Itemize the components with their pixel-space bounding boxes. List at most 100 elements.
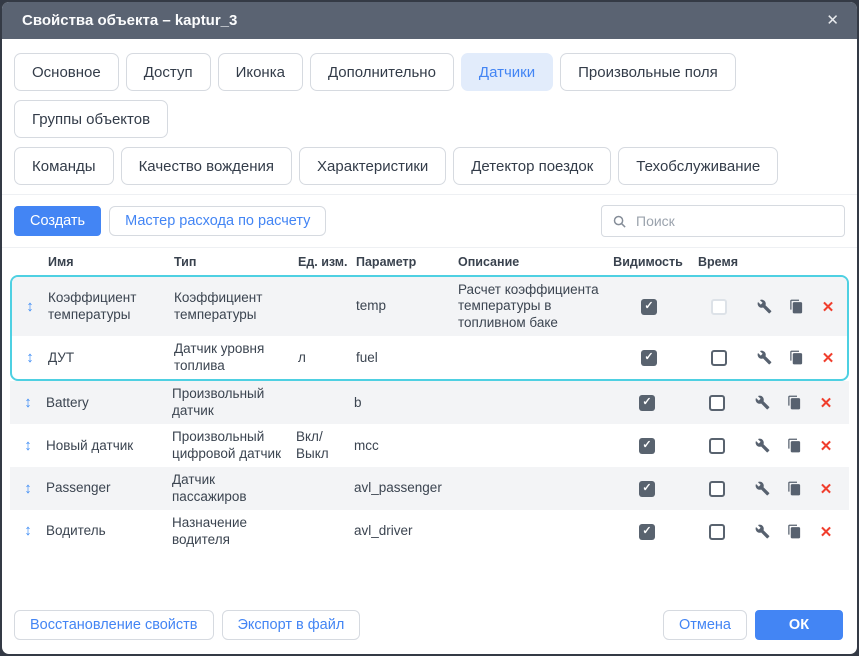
title-bar: Свойства объекта – kaptur_3 ✕ [2, 2, 857, 39]
cell-parameter: fuel [356, 350, 458, 366]
visibility-checkbox[interactable]: ✓ [641, 350, 657, 366]
cancel-button[interactable]: Отмена [663, 610, 747, 640]
restore-properties-button[interactable]: Восстановление свойств [14, 610, 214, 640]
tab-доступ[interactable]: Доступ [126, 53, 211, 91]
visibility-checkbox[interactable]: ✓ [639, 481, 655, 497]
edit-sensor-button[interactable] [746, 479, 778, 499]
edit-sensor-button[interactable] [748, 348, 780, 368]
header-visibility: Видимость [606, 255, 688, 269]
ok-button[interactable]: ОК [755, 610, 843, 640]
delete-sensor-icon[interactable]: ✕ [810, 436, 842, 456]
table-row: ↕ ДУТ Датчик уровня топлива л fuel ✓ ✕ [12, 336, 847, 379]
cell-type: Датчик уровня топлива [174, 341, 298, 374]
delete-sensor-icon[interactable]: ✕ [812, 297, 844, 317]
close-icon[interactable]: ✕ [824, 9, 841, 32]
copy-sensor-button[interactable] [778, 522, 810, 542]
delete-sensor-icon[interactable]: ✕ [810, 393, 842, 413]
cell-name: Battery [46, 395, 172, 411]
copy-sensor-button[interactable] [780, 348, 812, 368]
edit-sensor-button[interactable] [748, 297, 780, 317]
tab-label: Иконка [236, 64, 285, 81]
copy-sensor-button[interactable] [778, 436, 810, 456]
tab-label: Качество вождения [139, 158, 274, 175]
copy-icon [789, 350, 804, 365]
delete-sensor-icon[interactable]: ✕ [812, 348, 844, 368]
visibility-checkbox[interactable]: ✓ [639, 524, 655, 540]
tab-label: Детектор поездок [471, 158, 593, 175]
tab-дополнительно[interactable]: Дополнительно [310, 53, 454, 91]
tab-датчики[interactable]: Датчики [461, 53, 553, 91]
edit-sensor-button[interactable] [746, 522, 778, 542]
drag-handle-icon[interactable]: ↕ [10, 394, 46, 412]
dialog-title: Свойства объекта – kaptur_3 [22, 12, 237, 29]
copy-sensor-button[interactable] [778, 479, 810, 499]
time-checkbox[interactable] [711, 350, 727, 366]
tab-основное[interactable]: Основное [14, 53, 119, 91]
export-to-file-button[interactable]: Экспорт в файл [222, 610, 361, 640]
tab-произвольные-поля[interactable]: Произвольные поля [560, 53, 736, 91]
cell-name: Коэффициент температуры [48, 290, 174, 323]
tab-качество-вождения[interactable]: Качество вождения [121, 147, 292, 185]
selected-group: ↕ Коэффициент температуры Коэффициент те… [10, 275, 849, 381]
create-sensor-button[interactable]: Создать [14, 206, 101, 236]
header-type: Тип [172, 255, 296, 269]
time-checkbox[interactable] [711, 299, 727, 315]
header-parameter: Параметр [354, 255, 456, 269]
time-checkbox[interactable] [709, 438, 725, 454]
visibility-checkbox[interactable]: ✓ [639, 395, 655, 411]
drag-handle-icon[interactable]: ↕ [10, 480, 46, 498]
tab-label: Дополнительно [328, 64, 436, 81]
cell-parameter: temp [356, 298, 458, 314]
tab-label: Характеристики [317, 158, 428, 175]
visibility-checkbox[interactable]: ✓ [639, 438, 655, 454]
search-box[interactable] [601, 205, 845, 237]
header-unit: Ед. изм. [296, 255, 354, 269]
time-checkbox[interactable] [709, 481, 725, 497]
wrench-icon [757, 299, 772, 314]
header-description: Описание [456, 255, 606, 269]
copy-icon [787, 524, 802, 539]
cell-type: Произвольный датчик [172, 386, 296, 419]
drag-handle-icon[interactable]: ↕ [10, 522, 46, 540]
time-checkbox[interactable] [709, 395, 725, 411]
tab-техобслуживание[interactable]: Техобслуживание [618, 147, 778, 185]
search-input[interactable] [634, 212, 834, 230]
cell-unit: л [298, 350, 356, 366]
tab-характеристики[interactable]: Характеристики [299, 147, 446, 185]
time-checkbox[interactable] [709, 524, 725, 540]
tab-команды[interactable]: Команды [14, 147, 114, 185]
search-icon [612, 214, 627, 229]
tabs-row-2: Команды Качество вождения Характеристики Де… [14, 147, 845, 194]
copy-sensor-button[interactable] [780, 297, 812, 317]
copy-sensor-button[interactable] [778, 393, 810, 413]
copy-icon [787, 395, 802, 410]
edit-sensor-button[interactable] [746, 436, 778, 456]
consumption-wizard-button[interactable]: Мастер расхода по расчету [109, 206, 326, 236]
tab-детектор-поездок[interactable]: Детектор поездок [453, 147, 611, 185]
delete-sensor-icon[interactable]: ✕ [810, 479, 842, 499]
tab-группы-объектов[interactable]: Группы объектов [14, 100, 168, 138]
cell-name: Passenger [46, 480, 172, 496]
cell-unit: Вкл/Выкл [296, 429, 354, 462]
tabs-row-1: ОсновноеДоступ Иконка Дополнительно Датчики… [14, 53, 845, 147]
table-header: Имя Тип Ед. изм. Параметр Описание Видим… [10, 248, 849, 275]
edit-sensor-button[interactable] [746, 393, 778, 413]
wrench-icon [755, 481, 770, 496]
object-properties-dialog: Свойства объекта – kaptur_3 ✕ ОсновноеДо… [0, 0, 859, 656]
table-row: ↕ Passenger Датчик пассажиров avl_passen… [10, 467, 849, 510]
header-time: Время [688, 255, 746, 269]
copy-icon [787, 481, 802, 496]
visibility-checkbox[interactable]: ✓ [641, 299, 657, 315]
tab-label: Техобслуживание [636, 158, 760, 175]
cell-parameter: avl_passenger [354, 480, 456, 496]
drag-handle-icon[interactable]: ↕ [12, 298, 48, 316]
drag-handle-icon[interactable]: ↕ [12, 349, 48, 367]
tab-иконка[interactable]: Иконка [218, 53, 303, 91]
cell-type: Назначение водителя [172, 515, 296, 548]
cell-name: Новый датчик [46, 438, 172, 454]
copy-icon [789, 299, 804, 314]
sensors-toolbar: Создать Мастер расхода по расчету [2, 195, 857, 248]
delete-sensor-icon[interactable]: ✕ [810, 522, 842, 542]
drag-handle-icon[interactable]: ↕ [10, 437, 46, 455]
tab-label: Группы объектов [32, 111, 150, 128]
